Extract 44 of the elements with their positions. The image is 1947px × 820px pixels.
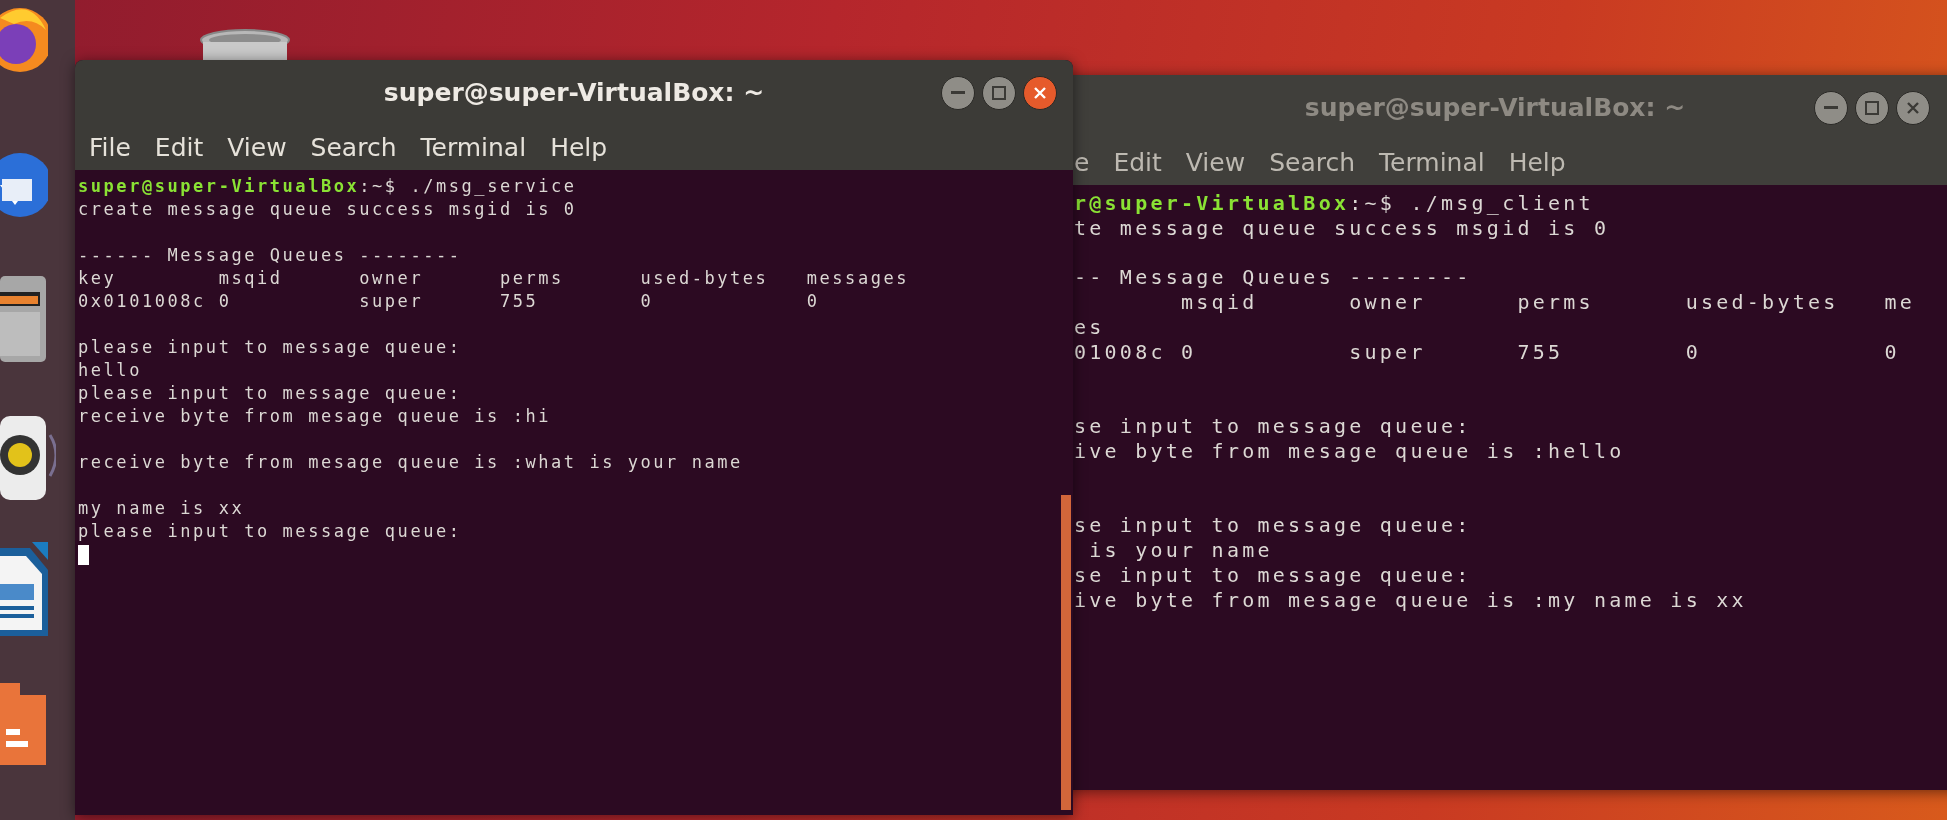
terminal-line: is your name	[1088, 538, 1274, 563]
close-icon	[1033, 86, 1047, 100]
terminal-line: please input to message queue:	[78, 520, 463, 543]
terminal-line: r@super-VirtualBox:~$ ./msg_client	[1074, 191, 1595, 216]
scrollbar[interactable]	[1061, 495, 1071, 810]
terminal-line: super@super-VirtualBox:~$ ./msg_service	[78, 175, 578, 198]
menu-item[interactable]: Search	[310, 133, 397, 162]
minimize-button[interactable]	[1814, 91, 1848, 125]
menu-item[interactable]: Edit	[154, 133, 204, 162]
terminal-line: 01008c 0 super 755 0 0	[1074, 339, 1901, 365]
terminal-line: se input to message queue:	[1074, 513, 1473, 539]
terminal-line: please input to message queue:	[78, 336, 463, 359]
terminal-line: -- Message Queues --------	[1074, 265, 1473, 291]
close-button[interactable]	[1023, 76, 1057, 110]
maximize-button[interactable]	[982, 76, 1016, 110]
terminal-line: ive byte from mesage queue is :hello	[1074, 438, 1626, 464]
terminal-line: hello	[78, 359, 143, 382]
terminal-line: receive byte from mesage queue is :what is your name	[78, 451, 744, 474]
maximize-icon	[992, 86, 1006, 100]
terminal-line: msqid owner perms used-bytes me	[1180, 290, 1916, 315]
minimize-icon	[1824, 106, 1838, 110]
menu-item[interactable]: Help	[550, 133, 608, 162]
maximize-button[interactable]	[1855, 91, 1889, 125]
terminal-line: create message queue success msgid is 0	[78, 198, 578, 221]
terminal-line: te message queue success msgid is 0	[1074, 215, 1611, 241]
close-icon	[1906, 101, 1920, 115]
terminal-line: es	[1074, 315, 1106, 340]
window-title: super@super-VirtualBox: ~	[383, 78, 765, 107]
terminal-line: 0x0101008c 0 super 755 0 0	[78, 290, 821, 313]
terminal-line: key msqid owner perms used-bytes messages	[78, 267, 910, 290]
terminal-line: my name is xx	[78, 497, 246, 520]
terminal-line: receive byte from mesage queue is :hi	[78, 405, 553, 428]
window-title: super@super-VirtualBox: ~	[1304, 93, 1686, 122]
terminal-line: ------ Message Queues --------	[78, 244, 463, 267]
minimize-button[interactable]	[941, 76, 975, 110]
maximize-icon	[1865, 101, 1879, 115]
terminal-line: ive byte from mesage queue is :my name is xx	[1074, 587, 1748, 613]
terminal-line: se input to message queue:	[1074, 414, 1473, 439]
terminal-line: se input to message queue:	[1074, 562, 1473, 588]
menu-item[interactable]: Terminal	[420, 133, 527, 162]
menu-item[interactable]: View	[227, 133, 287, 162]
terminal-line: please input to message queue:	[78, 382, 463, 405]
menu-item[interactable]: File	[89, 133, 131, 162]
minimize-icon	[951, 91, 965, 95]
